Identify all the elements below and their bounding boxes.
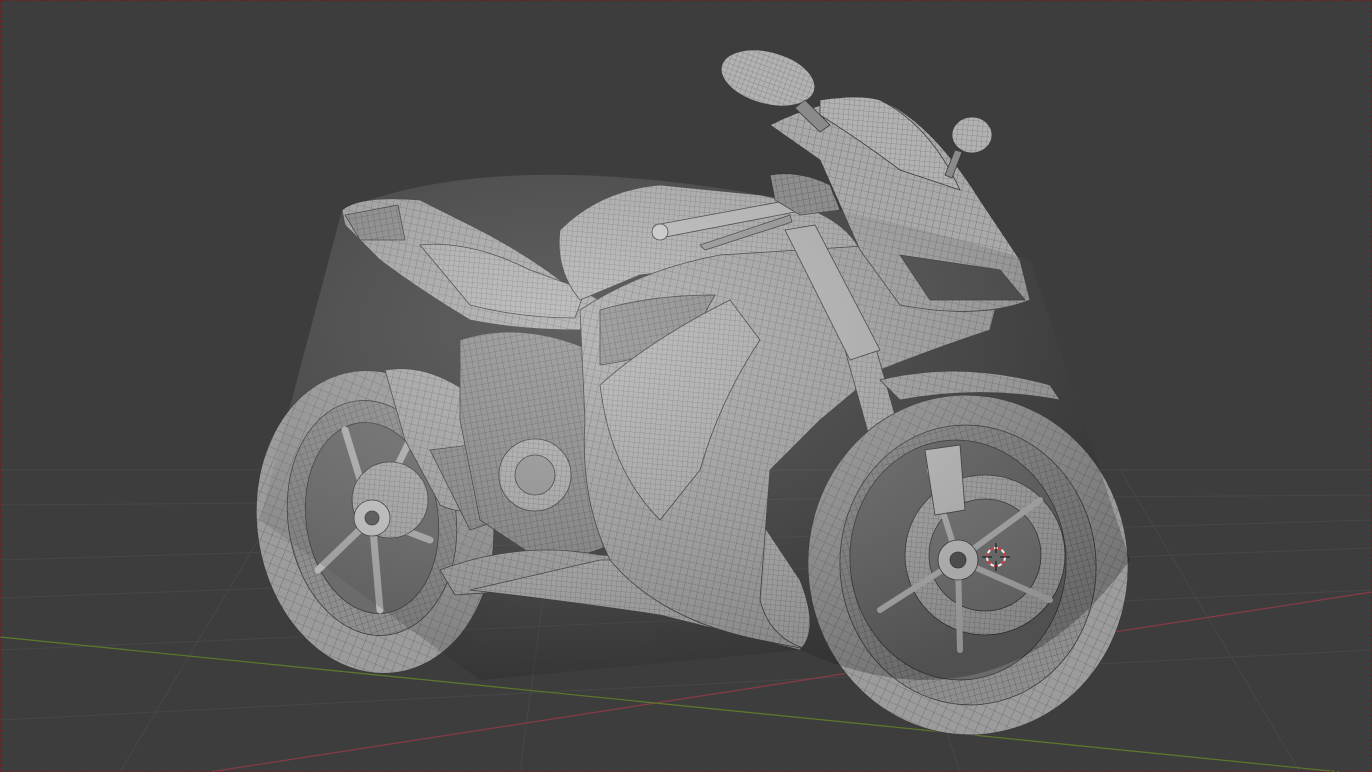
motorcycle-mesh[interactable] bbox=[237, 40, 1142, 748]
viewport-canvas[interactable] bbox=[0, 0, 1372, 772]
right-mirror[interactable] bbox=[944, 116, 993, 179]
3d-viewport[interactable] bbox=[0, 0, 1372, 772]
left-mirror[interactable] bbox=[715, 40, 831, 133]
